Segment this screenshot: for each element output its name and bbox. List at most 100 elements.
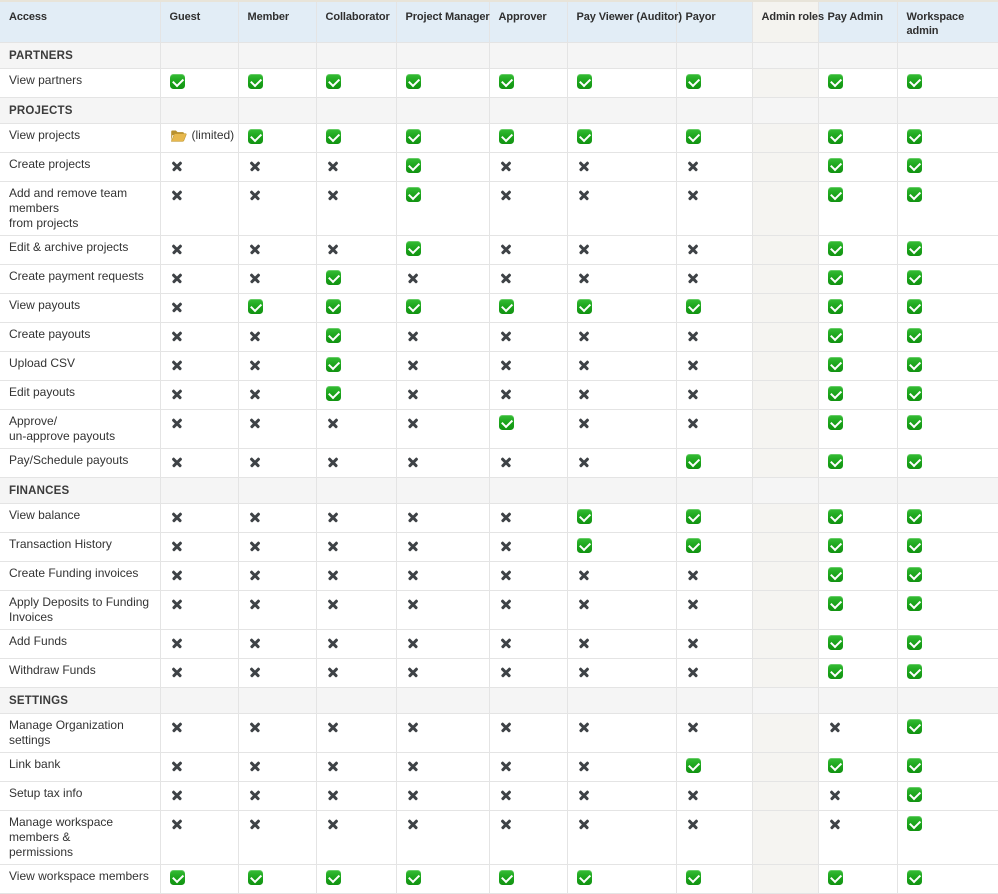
table-row: View partners — [0, 68, 998, 98]
permission-cell — [897, 687, 998, 714]
permission-cell — [160, 752, 239, 782]
cross-icon — [687, 789, 699, 801]
cross-icon — [249, 598, 261, 610]
cross-icon — [578, 666, 590, 678]
cross-icon — [500, 818, 512, 830]
cross-icon — [829, 789, 841, 801]
cross-icon — [249, 637, 261, 649]
check-icon — [906, 270, 922, 285]
permission-cell — [160, 380, 239, 410]
section-label: PARTNERS — [0, 42, 161, 69]
permission-cell — [818, 781, 898, 811]
permission-cell — [160, 590, 239, 630]
permission-cell — [489, 380, 568, 410]
cross-icon — [249, 359, 261, 371]
permission-cell — [676, 152, 753, 182]
check-icon — [906, 129, 922, 144]
cross-icon — [327, 569, 339, 581]
check-icon — [906, 328, 922, 343]
cross-icon — [249, 272, 261, 284]
check-icon — [498, 870, 514, 885]
check-icon — [906, 635, 922, 650]
row-label: Create payouts — [0, 322, 161, 352]
permission-cell — [818, 687, 898, 714]
check-icon — [827, 509, 843, 524]
permission-cell — [676, 590, 753, 630]
permission-cell — [396, 322, 490, 352]
permission-cell — [316, 713, 397, 753]
permission-cell — [160, 351, 239, 381]
check-icon — [827, 664, 843, 679]
cross-icon — [500, 666, 512, 678]
cross-icon — [687, 160, 699, 172]
table-row: Manage workspace members & permissions — [0, 810, 998, 865]
permission-cell — [567, 264, 677, 294]
permission-cell — [396, 752, 490, 782]
permission-cell — [818, 152, 898, 182]
permission-cell — [160, 235, 239, 265]
row-label: Transaction History — [0, 532, 161, 562]
cross-icon — [500, 388, 512, 400]
permission-cell — [567, 864, 677, 894]
row-label: Setup tax info — [0, 781, 161, 811]
check-icon — [498, 129, 514, 144]
cross-icon — [249, 511, 261, 523]
permission-cell — [676, 264, 753, 294]
table-row: Approve/ un-approve payouts — [0, 409, 998, 449]
cross-icon — [407, 721, 419, 733]
permission-cell — [818, 532, 898, 562]
cross-icon — [578, 569, 590, 581]
cross-icon — [171, 598, 183, 610]
permission-cell — [316, 629, 397, 659]
permission-cell — [897, 864, 998, 894]
table-row: Add and remove team members from project… — [0, 181, 998, 236]
permission-cell — [489, 713, 568, 753]
check-icon — [906, 509, 922, 524]
check-icon — [906, 816, 922, 831]
check-icon — [498, 415, 514, 430]
cross-icon — [327, 189, 339, 201]
permission-cell — [238, 561, 317, 591]
permission-cell — [752, 810, 819, 865]
cross-icon — [327, 666, 339, 678]
permission-cell — [489, 409, 568, 449]
permission-cell — [396, 532, 490, 562]
row-label: View payouts — [0, 293, 161, 323]
permission-cell — [489, 629, 568, 659]
cross-icon — [249, 456, 261, 468]
cross-icon — [500, 330, 512, 342]
cross-icon — [171, 388, 183, 400]
permission-cell — [489, 561, 568, 591]
check-icon — [405, 158, 421, 173]
cross-icon — [407, 330, 419, 342]
permission-cell — [316, 235, 397, 265]
cross-icon — [578, 789, 590, 801]
cross-icon — [578, 330, 590, 342]
permission-cell — [752, 477, 819, 504]
permission-cell — [396, 235, 490, 265]
permission-cell — [238, 264, 317, 294]
permission-cell — [160, 658, 239, 688]
check-icon — [827, 596, 843, 611]
check-icon — [906, 787, 922, 802]
permission-cell — [396, 68, 490, 98]
check-icon — [685, 509, 701, 524]
permission-cell — [489, 152, 568, 182]
permission-cell — [238, 477, 317, 504]
permission-cell — [676, 752, 753, 782]
permission-cell — [396, 264, 490, 294]
cross-icon — [249, 721, 261, 733]
cross-icon — [500, 760, 512, 772]
row-label: Edit payouts — [0, 380, 161, 410]
permission-cell — [567, 532, 677, 562]
permission-cell — [396, 448, 490, 478]
cross-icon — [500, 789, 512, 801]
check-icon — [685, 538, 701, 553]
permission-cell — [160, 561, 239, 591]
limited-label: (limited) — [191, 128, 235, 142]
table-row: Create payment requests — [0, 264, 998, 294]
permission-cell — [897, 264, 998, 294]
row-label: Apply Deposits to Funding Invoices — [0, 590, 161, 630]
permission-cell — [567, 293, 677, 323]
permission-cell — [316, 380, 397, 410]
